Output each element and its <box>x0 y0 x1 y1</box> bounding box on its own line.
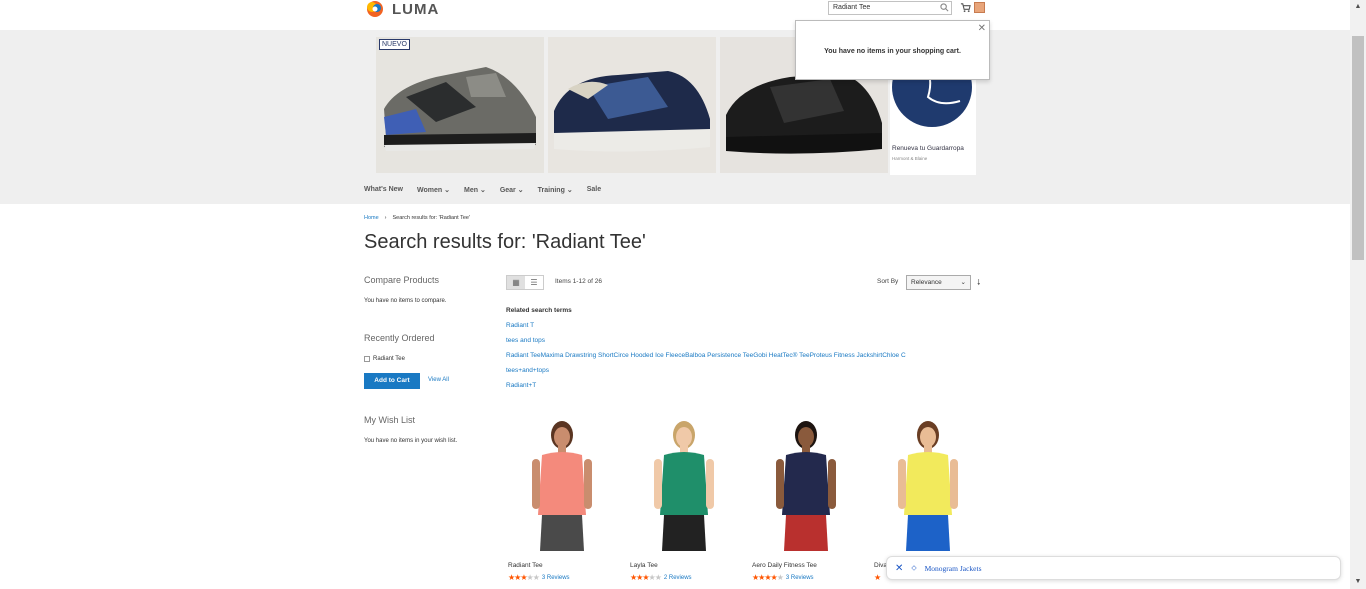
product-image[interactable] <box>750 415 860 555</box>
reviews-link[interactable]: 2 Reviews <box>664 575 692 581</box>
checkbox[interactable] <box>364 356 370 362</box>
nav-item-training[interactable]: Training ⌄ <box>538 186 573 194</box>
page: LUMA Radiant Tee NUEVO Renueva tu Guarda… <box>0 0 1366 589</box>
wishlist-heading: My Wish List <box>364 415 416 425</box>
reviews-link[interactable]: 3 Reviews <box>786 575 814 581</box>
items-count: Items 1-12 of 26 <box>555 278 602 285</box>
shoe-image-grey[interactable] <box>376 37 544 173</box>
shoe-image-navy[interactable] <box>548 37 716 173</box>
related-term[interactable]: Radiant T <box>506 322 534 329</box>
reviews-link[interactable]: 3 Reviews <box>542 575 570 581</box>
chevron-down-icon: ⌄ <box>517 187 524 194</box>
star-rating-icon: ★ <box>874 573 881 582</box>
chevron-right-icon: › <box>384 215 387 221</box>
product-name[interactable]: Aero Daily Fitness Tee <box>752 562 817 569</box>
product-card[interactable]: Radiant Tee ★★★★★ 3 Reviews <box>506 415 616 582</box>
nav-item-sale[interactable]: Sale <box>587 186 601 194</box>
nav-label: Training <box>537 187 565 194</box>
logo[interactable]: LUMA <box>364 0 439 18</box>
tag-icon: ⬦ <box>911 563 917 572</box>
product-image[interactable] <box>506 415 616 555</box>
scroll-up-arrow[interactable]: ▲ <box>1350 0 1366 14</box>
view-mode-switcher: ▦ ☰ <box>506 275 544 290</box>
cart-icon[interactable] <box>960 2 971 13</box>
product-rating: ★ <box>874 573 881 582</box>
star-rating-icon: ★★★★★ <box>630 573 662 582</box>
nav-item-women[interactable]: Women ⌄ <box>417 186 450 194</box>
scroll-thumb[interactable] <box>1352 36 1364 260</box>
search-input[interactable]: Radiant Tee <box>828 1 952 15</box>
product-rating: ★★★★★ 3 Reviews <box>508 573 570 582</box>
compare-heading: Compare Products <box>364 275 440 285</box>
related-term[interactable]: Radiant+T <box>506 382 536 389</box>
suggestion-label[interactable]: Monogram Jackets <box>925 564 982 573</box>
chevron-down-icon: ⌄ <box>444 187 450 194</box>
nav-label: Women <box>417 187 443 194</box>
product-card[interactable]: Diva ★ <box>872 415 982 582</box>
logo-text: LUMA <box>392 0 440 18</box>
scroll-down-arrow[interactable]: ▼ <box>1350 575 1366 589</box>
nav-item-men[interactable]: Men ⌄ <box>464 186 486 194</box>
extension-icon[interactable] <box>974 2 985 13</box>
logo-icon <box>364 0 386 18</box>
product-rating: ★★★★★ 3 Reviews <box>752 573 814 582</box>
product-rating: ★★★★★ 2 Reviews <box>630 573 692 582</box>
close-icon[interactable]: ✕ <box>978 23 986 34</box>
main-nav: What's New Women ⌄ Men ⌄ Gear ⌄ Training… <box>364 186 601 194</box>
product-name[interactable]: Layla Tee <box>630 562 658 569</box>
sort-direction-icon[interactable]: 🠗 <box>977 277 980 291</box>
related-term[interactable]: tees+and+tops <box>506 367 549 374</box>
breadcrumb: Home › Search results for: 'Radiant Tee' <box>364 215 470 221</box>
nav-item-whats-new[interactable]: What's New <box>364 186 403 194</box>
sort-select[interactable]: Relevance ⌄ <box>906 275 971 290</box>
star-rating-icon: ★★★★★ <box>752 573 784 582</box>
list-view-icon[interactable]: ☰ <box>525 276 543 289</box>
new-badge: NUEVO <box>379 39 410 50</box>
ad-title: Renueva tu Guardarropa <box>892 145 964 152</box>
product-image[interactable] <box>628 415 738 555</box>
sort-by-label: Sort By <box>877 278 899 285</box>
product-name[interactable]: Radiant Tee <box>508 562 543 569</box>
page-title: Search results for: 'Radiant Tee' <box>364 231 646 253</box>
view-all-link[interactable]: View All <box>428 377 449 383</box>
recent-item-label: Radiant Tee <box>373 356 405 362</box>
wishlist-text: You have no items in your wish list. <box>364 438 458 444</box>
suggestion-pill[interactable]: ✕ ⬦ Monogram Jackets <box>886 556 1341 580</box>
breadcrumb-current: Search results for: 'Radiant Tee' <box>392 215 471 221</box>
product-card[interactable]: Aero Daily Fitness Tee ★★★★★ 3 Reviews <box>750 415 860 582</box>
grid-view-icon[interactable]: ▦ <box>507 276 525 289</box>
recently-ordered-heading: Recently Ordered <box>364 333 435 343</box>
related-terms-heading: Related search terms <box>506 307 572 314</box>
related-term[interactable]: Radiant TeeMaxima Drawstring ShortCirce … <box>506 352 906 359</box>
nav-item-gear[interactable]: Gear ⌄ <box>500 186 524 194</box>
product-image[interactable] <box>872 415 982 555</box>
chevron-down-icon: ⌄ <box>479 187 486 194</box>
add-to-cart-button[interactable]: Add to Cart <box>364 373 420 389</box>
nav-label: Men <box>464 187 478 194</box>
close-icon[interactable]: ✕ <box>895 563 903 574</box>
star-rating-icon: ★★★★★ <box>508 573 540 582</box>
site-header: LUMA Radiant Tee <box>0 0 1350 30</box>
recent-item[interactable]: Radiant Tee <box>364 356 405 362</box>
chevron-down-icon: ⌄ <box>566 187 573 194</box>
sort-value: Relevance <box>911 279 942 286</box>
product-card[interactable]: Layla Tee ★★★★★ 2 Reviews <box>628 415 738 582</box>
scrollbar[interactable]: ▲ ▼ <box>1350 0 1366 589</box>
related-term[interactable]: tees and tops <box>506 337 545 344</box>
minicart-empty-message: You have no items in your shopping cart. <box>824 48 961 55</box>
ad-subtitle: Harmont & Blaine <box>892 156 928 161</box>
chevron-down-icon: ⌄ <box>960 279 966 286</box>
compare-text: You have no items to compare. <box>364 298 447 304</box>
nav-label: Gear <box>499 187 516 194</box>
search-icon[interactable] <box>940 3 949 12</box>
minicart-dropdown: ✕ You have no items in your shopping car… <box>795 20 990 80</box>
breadcrumb-home[interactable]: Home <box>364 215 379 221</box>
